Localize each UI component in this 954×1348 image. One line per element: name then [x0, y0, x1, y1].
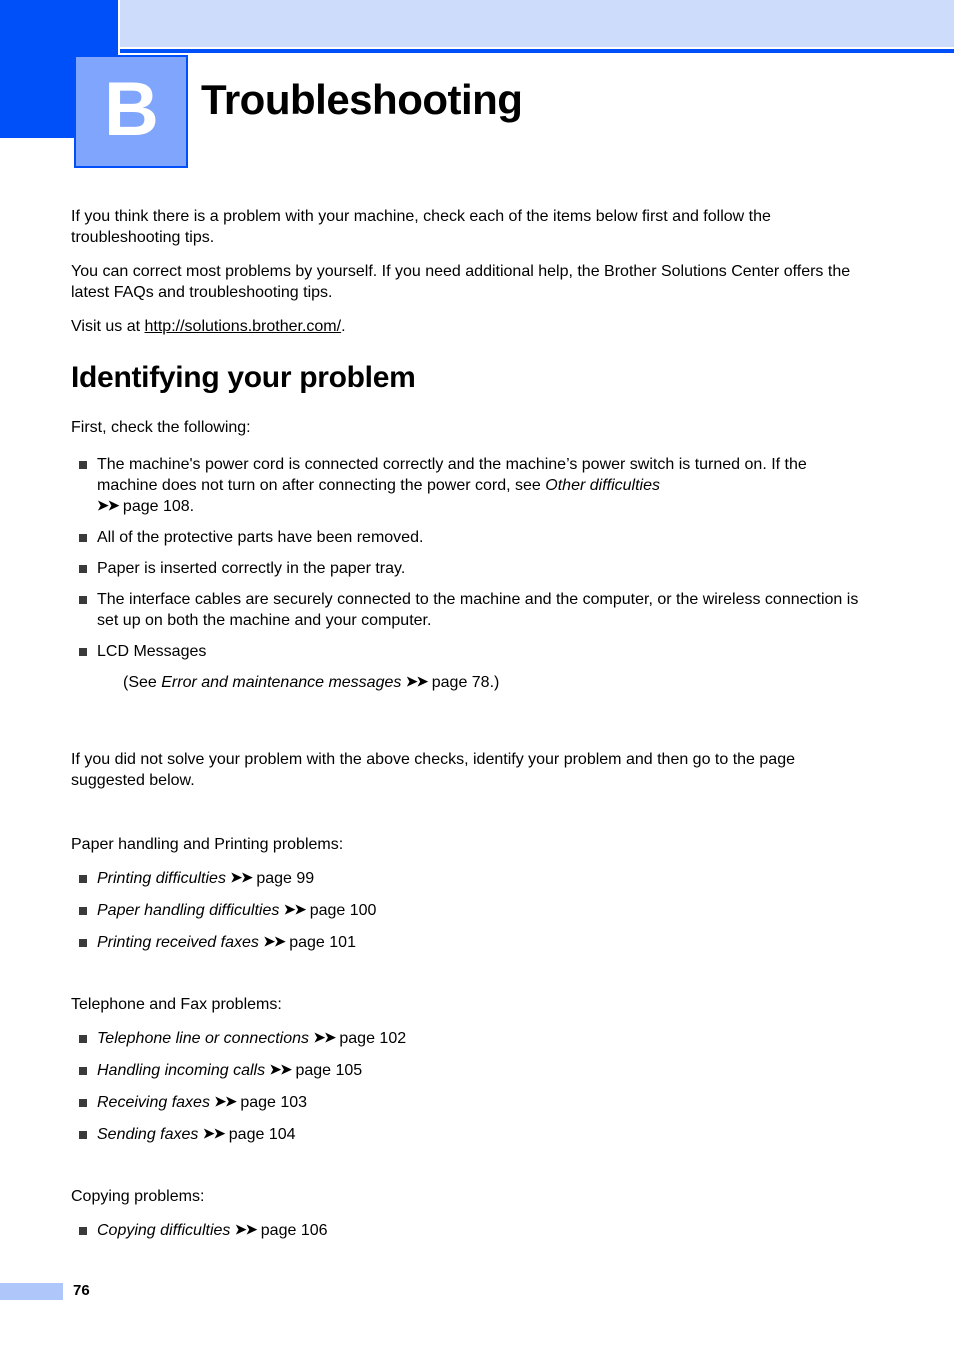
- problem-title: Printing difficulties: [97, 870, 226, 887]
- problem-title: Handling incoming calls: [97, 1062, 266, 1079]
- chevron-double-right-icon: ➤➤: [405, 673, 428, 689]
- problem-title: Paper handling difficulties: [97, 902, 280, 919]
- check-text: All of the protective parts have been re…: [97, 529, 424, 546]
- chevron-double-right-icon: ➤➤: [97, 497, 119, 513]
- list-item: Copying difficulties ➤➤ page 106: [71, 1220, 871, 1241]
- problem-page-reference: page 102: [334, 1030, 407, 1047]
- check-text: Paper is inserted correctly in the paper…: [97, 560, 406, 577]
- problem-page-reference: page 103: [235, 1094, 308, 1111]
- visit-suffix: .: [341, 318, 346, 335]
- lcd-messages-note: (See Error and maintenance messages ➤➤ p…: [97, 672, 871, 693]
- intro-paragraph-1: If you think there is a problem with you…: [71, 208, 771, 246]
- lcd-note-prefix: (See: [123, 674, 162, 691]
- list-item: Paper is inserted correctly in the paper…: [71, 558, 871, 579]
- group-label-telephone-and-fax: Telephone and Fax problems:: [71, 996, 282, 1013]
- section-heading-identifying-your-problem: Identifying your problem: [71, 361, 416, 394]
- chevron-double-right-icon: ➤➤: [214, 1093, 236, 1109]
- list-item: All of the protective parts have been re…: [71, 527, 871, 548]
- lcd-note-reference-title: Error and maintenance messages: [161, 674, 402, 691]
- problem-page-reference: page 100: [305, 902, 377, 919]
- problem-title: Printing received faxes: [97, 934, 259, 951]
- group-list-paper-handling-and-printing: Printing difficulties ➤➤ page 99 Paper h…: [71, 868, 871, 953]
- chevron-double-right-icon: ➤➤: [202, 1125, 225, 1141]
- check-text: LCD Messages: [97, 643, 207, 660]
- chevron-double-right-icon: ➤➤: [269, 1061, 292, 1077]
- header-light-bar: [120, 0, 954, 47]
- check-text: The interface cables are securely connec…: [97, 591, 859, 629]
- solutions-center-link[interactable]: http://solutions.brother.com/: [145, 318, 342, 335]
- checks-list: The machine's power cord is connected co…: [71, 454, 871, 693]
- check-reference-title: Other difficulties: [545, 477, 660, 494]
- visit-prefix: Visit us at: [71, 318, 145, 335]
- intro-paragraph-2: You can correct most problems by yoursel…: [71, 263, 851, 301]
- chevron-double-right-icon: ➤➤: [283, 901, 306, 917]
- lcd-note-page-reference: page 78.): [427, 674, 500, 691]
- visit-line: Visit us at http://solutions.brother.com…: [71, 316, 871, 337]
- list-item: Paper handling difficulties ➤➤ page 100: [71, 900, 871, 921]
- document-content: If you think there is a problem with you…: [71, 206, 871, 1252]
- problem-page-reference: page 101: [284, 934, 356, 951]
- closing-paragraph: If you did not solve your problem with t…: [71, 751, 795, 789]
- group-label-copying: Copying problems:: [71, 1188, 205, 1205]
- list-item: Handling incoming calls ➤➤ page 105: [71, 1060, 871, 1081]
- list-item: The interface cables are securely connec…: [71, 589, 871, 631]
- list-item: The machine's power cord is connected co…: [71, 454, 871, 517]
- checks-lead-text: First, check the following:: [71, 419, 251, 436]
- chevron-double-right-icon: ➤➤: [234, 1221, 257, 1237]
- list-item: Printing received faxes ➤➤ page 101: [71, 932, 871, 953]
- group-label-paper-handling-and-printing: Paper handling and Printing problems:: [71, 836, 344, 853]
- list-item: Printing difficulties ➤➤ page 99: [71, 868, 871, 889]
- group-list-copying: Copying difficulties ➤➤ page 106: [71, 1220, 871, 1241]
- problem-title: Copying difficulties: [97, 1222, 231, 1239]
- header-divider-rule: [120, 49, 954, 53]
- problem-page-reference: page 104: [224, 1126, 296, 1143]
- page-title: Troubleshooting: [201, 76, 523, 123]
- chapter-letter-badge: B: [74, 55, 188, 168]
- chevron-double-right-icon: ➤➤: [230, 869, 252, 885]
- list-item: Receiving faxes ➤➤ page 103: [71, 1092, 871, 1113]
- problem-page-reference: page 105: [291, 1062, 363, 1079]
- problem-title: Sending faxes: [97, 1126, 199, 1143]
- check-page-reference: page 108.: [118, 498, 195, 515]
- list-item: LCD Messages (See Error and maintenance …: [71, 641, 871, 693]
- chevron-double-right-icon: ➤➤: [313, 1029, 335, 1045]
- group-list-telephone-and-fax: Telephone line or connections ➤➤ page 10…: [71, 1028, 871, 1145]
- problem-page-reference: page 99: [251, 870, 315, 887]
- list-item: Sending faxes ➤➤ page 104: [71, 1124, 871, 1145]
- problem-page-reference: page 106: [256, 1222, 328, 1239]
- list-item: Telephone line or connections ➤➤ page 10…: [71, 1028, 871, 1049]
- footer-accent-bar: [0, 1283, 63, 1300]
- check-text: The machine's power cord is connected co…: [97, 456, 807, 494]
- problem-title: Receiving faxes: [97, 1094, 210, 1111]
- chevron-double-right-icon: ➤➤: [263, 933, 285, 949]
- problem-title: Telephone line or connections: [97, 1030, 310, 1047]
- chapter-letter: B: [104, 66, 159, 152]
- page-number: 76: [73, 1282, 90, 1299]
